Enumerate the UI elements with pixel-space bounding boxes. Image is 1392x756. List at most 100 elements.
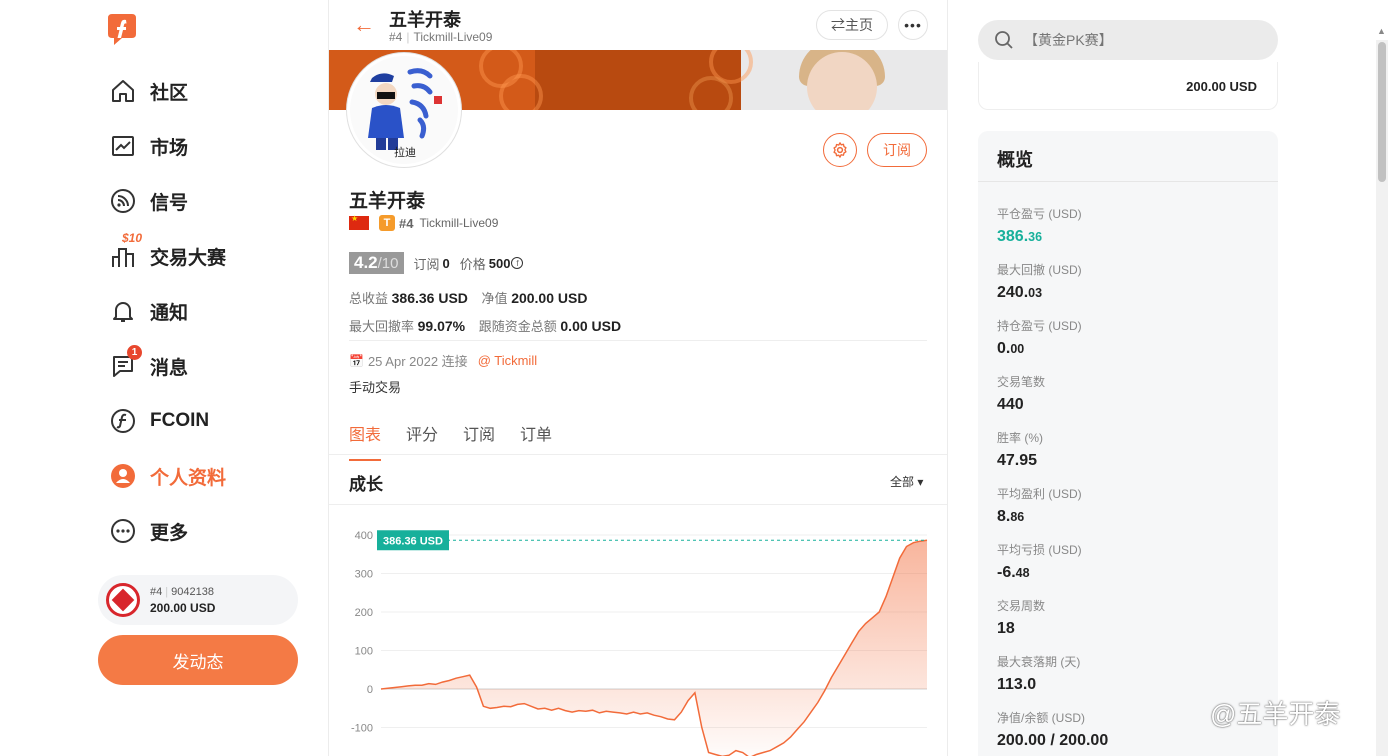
- tab-orders[interactable]: 订单: [520, 421, 552, 445]
- overview-value: 8.86: [997, 508, 1025, 525]
- follow-funds: 0.00 USD: [560, 318, 622, 334]
- range-filter[interactable]: 全部 ▾: [890, 473, 923, 490]
- subscribe-count-label: 订阅: [413, 256, 440, 272]
- overview-item: 交易周数 18: [997, 597, 1045, 638]
- current-value-label: 386.36 USD: [383, 535, 443, 547]
- growth-line: [380, 539, 928, 756]
- search-bar[interactable]: [978, 20, 1278, 60]
- subscribe-count: 0: [442, 255, 450, 271]
- calendar-icon: 📅: [349, 353, 364, 368]
- home-icon: [108, 76, 138, 106]
- growth-area: [381, 540, 927, 756]
- back-arrow-icon[interactable]: ←: [353, 12, 375, 38]
- post-button[interactable]: 发动态: [98, 635, 298, 685]
- overview-label: 交易周数: [997, 599, 1046, 613]
- message-icon: 1: [108, 345, 142, 381]
- nav-item-more[interactable]: 更多: [108, 516, 188, 546]
- nav-item-messages[interactable]: 1 消息: [108, 345, 189, 381]
- top-bar: ← 五羊开泰 #4 | Tickmill-Live09 ⇄主页 •••: [329, 0, 947, 50]
- contest-tag: $10: [122, 231, 143, 245]
- broker-link[interactable]: @ Tickmill: [478, 353, 537, 368]
- overview-value: 386.36: [997, 228, 1043, 245]
- caret-down-icon: ▾: [917, 475, 924, 489]
- overview-value: 0.00: [997, 340, 1025, 357]
- profile-account: Tickmill-Live09: [419, 216, 499, 230]
- net-value-label: 净值: [481, 291, 508, 306]
- profile-rank: #4: [399, 215, 414, 231]
- follow-funds-label: 跟随资金总额: [478, 319, 557, 334]
- total-profit-label: 总收益: [349, 291, 389, 306]
- balance-card: 200.00 USD: [978, 62, 1278, 110]
- overview-item: 平仓盈亏 (USD) 386.36: [997, 205, 1082, 246]
- growth-header: 成长 全部 ▾: [329, 455, 947, 505]
- nav-label: 消息: [150, 357, 189, 379]
- overview-panel: 概览 平仓盈亏 (USD) 386.36 最大回撤 (USD) 240.03 持仓盈亏 …: [978, 131, 1278, 756]
- page-scrollbar[interactable]: ▲: [1376, 26, 1388, 756]
- account-balance: 200.00 USD: [150, 600, 216, 615]
- join-date: 25 Apr 2022 连接: [367, 354, 468, 369]
- overview-label: 最大回撤 (USD): [997, 263, 1082, 277]
- profile-avatar: 拉迪: [347, 53, 461, 167]
- fcoin-icon: [108, 406, 138, 436]
- account-rank: #4: [150, 585, 163, 598]
- nav-item-community[interactable]: 社区: [108, 76, 188, 106]
- price-value: 500: [488, 255, 511, 271]
- nav-item-fcoin[interactable]: FCOIN: [108, 406, 209, 436]
- nav-label: 交易大赛: [150, 247, 227, 269]
- y-tick-label: 200: [355, 607, 373, 619]
- nav-item-signals[interactable]: 信号: [108, 186, 188, 216]
- profile-description: 手动交易: [349, 380, 402, 395]
- home-button[interactable]: ⇄主页: [816, 10, 888, 40]
- overview-item: 交易笔数 440: [997, 373, 1045, 414]
- tier-badge: T: [379, 215, 395, 231]
- y-tick-label: 400: [355, 530, 373, 542]
- trophy-bars-icon: $10: [108, 231, 142, 271]
- overview-label: 最大衰落期 (天): [997, 655, 1081, 669]
- more-icon: [108, 516, 138, 546]
- balance-value: 200.00 USD: [1186, 79, 1257, 94]
- overview-item: 持仓盈亏 (USD) 0.00: [997, 317, 1082, 358]
- max-drawdown: 99.07%: [417, 318, 466, 334]
- tab-chart[interactable]: 图表: [349, 421, 382, 461]
- nav-label: 市场: [150, 137, 189, 159]
- profile-tabs: 图表 评分 订阅 订单: [329, 416, 947, 461]
- overview-item: 最大回撤 (USD) 240.03: [997, 261, 1082, 302]
- overview-label: 平仓盈亏 (USD): [997, 207, 1082, 221]
- broker-avatar: [106, 583, 140, 617]
- overview-label: 胜率 (%): [997, 431, 1043, 445]
- overview-value: 47.95: [997, 452, 1038, 469]
- nav-item-profile[interactable]: 个人资料: [108, 461, 226, 491]
- nav-label: 信号: [150, 192, 189, 214]
- overview-item: 最大衰落期 (天) 113.0: [997, 653, 1080, 694]
- overview-title: 概览: [978, 131, 1278, 182]
- overview-value: -6.48: [997, 564, 1030, 581]
- watermark: @五羊开泰: [1210, 699, 1341, 729]
- tab-rating[interactable]: 评分: [406, 421, 438, 445]
- nav-item-notifications[interactable]: 通知: [108, 296, 188, 326]
- tab-subscriptions[interactable]: 订阅: [463, 421, 495, 445]
- chart-svg: 400 300 200 100 0 -100 386.36 USD: [351, 530, 928, 756]
- search-input[interactable]: [1024, 32, 1264, 48]
- scrollbar-thumb[interactable]: [1378, 42, 1386, 182]
- max-drawdown-label: 最大回撤率: [349, 319, 415, 334]
- overview-item: 平均盈利 (USD) 8.86: [997, 485, 1082, 526]
- chart-line-icon: [108, 131, 138, 161]
- overview-value: 440: [997, 396, 1024, 413]
- more-options-button[interactable]: •••: [898, 10, 928, 40]
- rating-row: 4.2/10 订阅 0 价格 500 f: [349, 252, 524, 274]
- overview-value: 113.0: [997, 676, 1037, 693]
- overview-value: 240.03: [997, 284, 1043, 301]
- nav-item-contest[interactable]: $10 交易大赛: [108, 231, 227, 271]
- header-account: Tickmill-Live09: [413, 30, 493, 44]
- subscribe-button[interactable]: 订阅: [867, 133, 927, 167]
- nav-label: 更多: [150, 522, 189, 544]
- account-switcher[interactable]: #4 | 9042138 200.00 USD: [98, 575, 298, 625]
- bell-icon: [108, 296, 138, 326]
- growth-title: 成长: [349, 475, 383, 494]
- settings-button[interactable]: [823, 133, 857, 167]
- nav-item-market[interactable]: 市场: [108, 131, 188, 161]
- app-logo[interactable]: [108, 12, 138, 46]
- total-profit: 386.36 USD: [391, 290, 468, 306]
- right-sidebar: 200.00 USD 概览 平仓盈亏 (USD) 386.36 最大回撤 (USD)…: [948, 0, 1392, 756]
- nav-label: FCOIN: [150, 410, 210, 431]
